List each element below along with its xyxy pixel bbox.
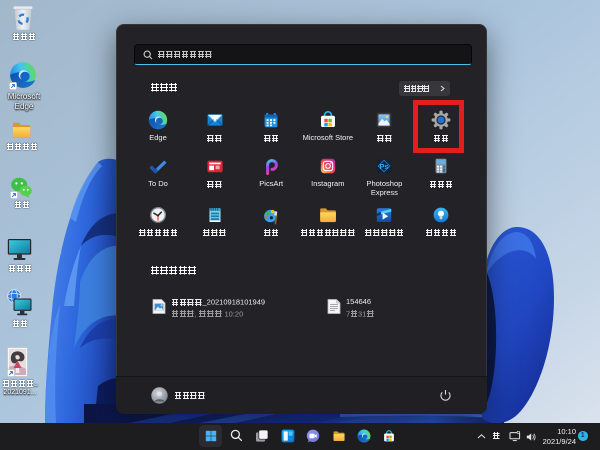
svg-text:Ps: Ps: [380, 162, 389, 171]
